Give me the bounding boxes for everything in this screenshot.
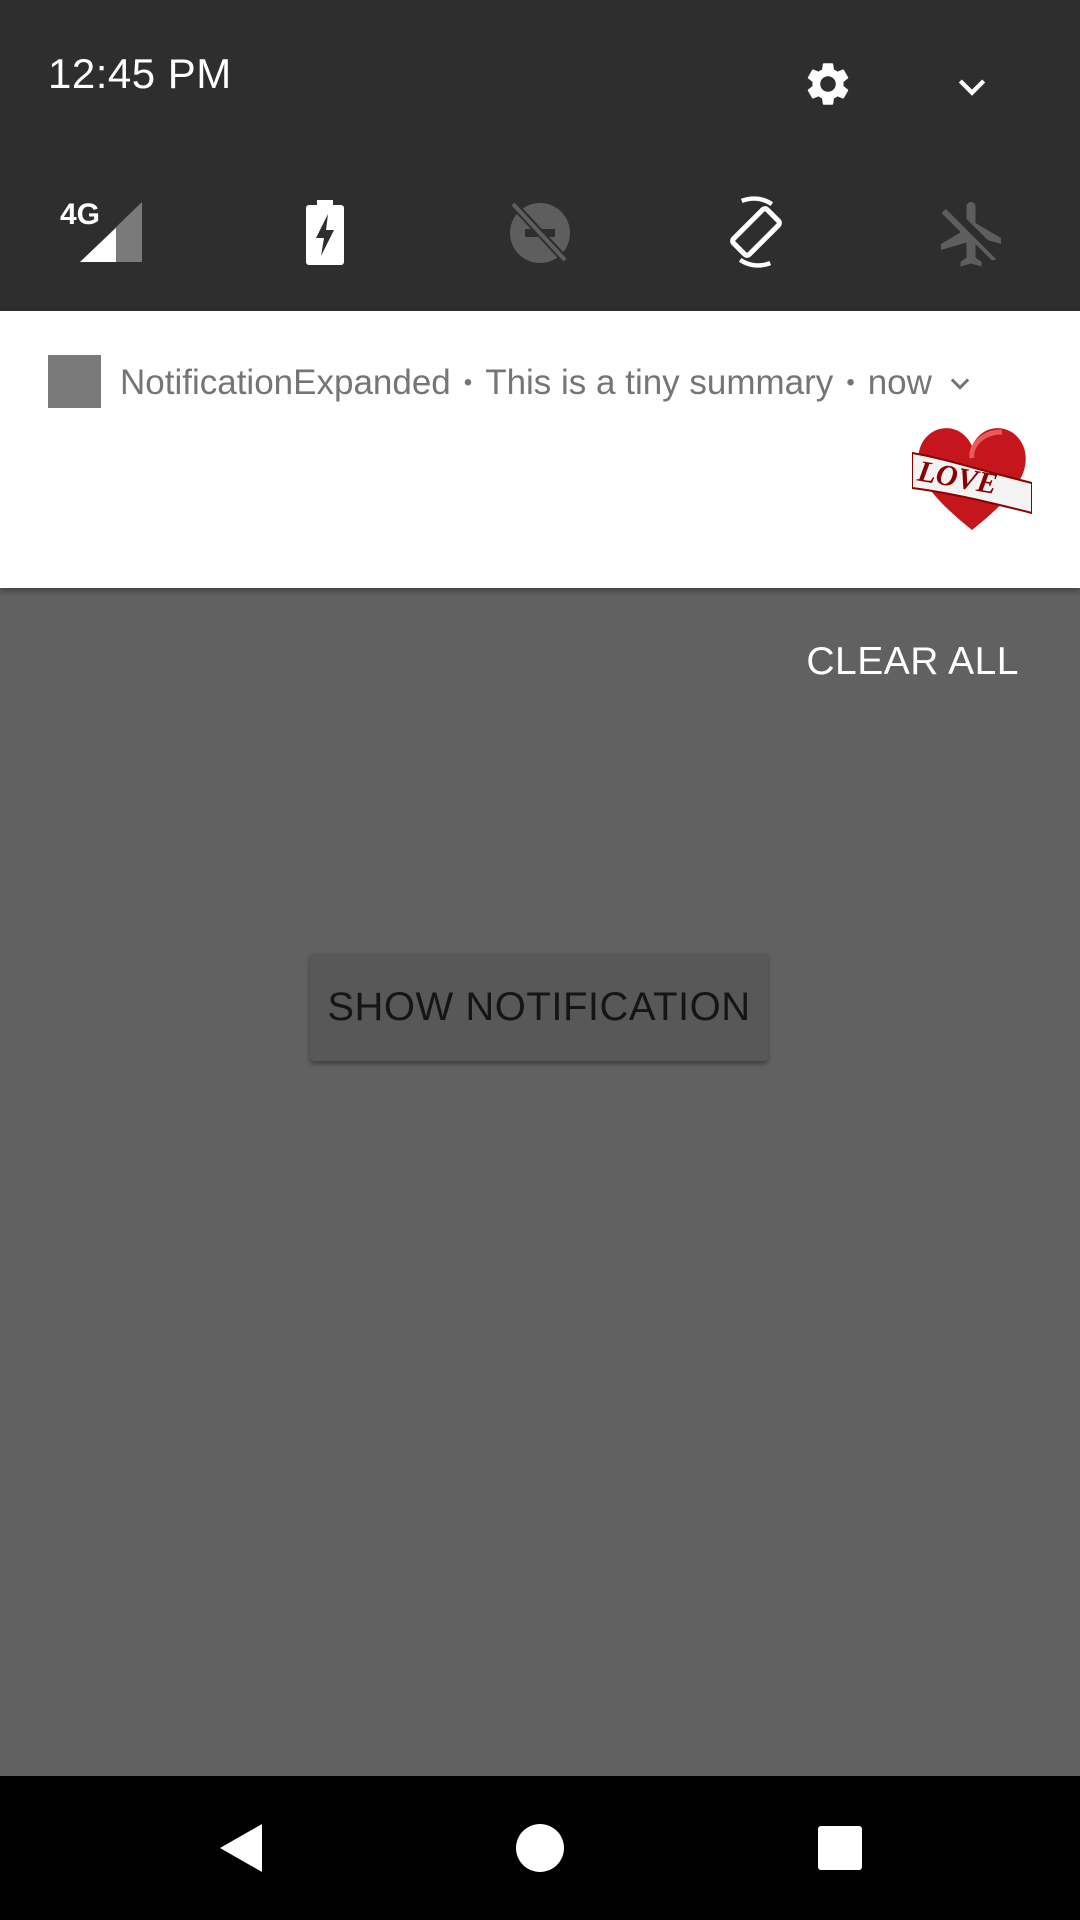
chevron-down-icon[interactable]: [952, 66, 992, 111]
notification-time: now: [867, 363, 932, 402]
clock: 12:45 PM: [48, 50, 232, 97]
quick-settings-tiles: 4G: [0, 190, 1080, 270]
show-notification-button[interactable]: SHOW NOTIFICATION: [310, 953, 768, 1061]
tile-cellular[interactable]: 4G: [58, 190, 148, 270]
header-separator: •: [463, 369, 473, 396]
tile-do-not-disturb[interactable]: [495, 190, 585, 270]
screen: 12:45 PM 4G NotificationExpanded • This …: [0, 0, 1080, 1920]
signal-icon: [80, 202, 142, 262]
gear-icon[interactable]: [802, 58, 854, 115]
battery-charging-icon: [306, 200, 344, 265]
tile-airplane-mode[interactable]: [925, 190, 1015, 270]
home-icon[interactable]: [480, 1776, 600, 1920]
clear-all-button[interactable]: CLEAR ALL: [806, 640, 1019, 684]
tile-auto-rotate[interactable]: [712, 190, 802, 270]
quick-settings-panel: 12:45 PM 4G: [0, 0, 1080, 311]
app-icon: [48, 355, 101, 408]
navigation-bar: [0, 1776, 1080, 1920]
notification-card[interactable]: NotificationExpanded • This is a tiny su…: [0, 311, 1080, 588]
notification-summary: This is a tiny summary: [485, 363, 834, 402]
recents-icon[interactable]: [780, 1776, 900, 1920]
notification-app-name: NotificationExpanded: [120, 363, 451, 402]
dnd-off-icon: [510, 202, 570, 265]
header-separator: •: [846, 369, 855, 396]
tile-battery[interactable]: [280, 190, 370, 270]
rotate-icon: [730, 196, 782, 268]
notification-header: NotificationExpanded • This is a tiny su…: [120, 361, 974, 405]
expand-chevron-icon[interactable]: [946, 369, 974, 397]
airplane-off-icon: [941, 202, 1001, 267]
back-icon[interactable]: [180, 1776, 300, 1920]
love-heart-image: LOVE: [911, 418, 1033, 538]
